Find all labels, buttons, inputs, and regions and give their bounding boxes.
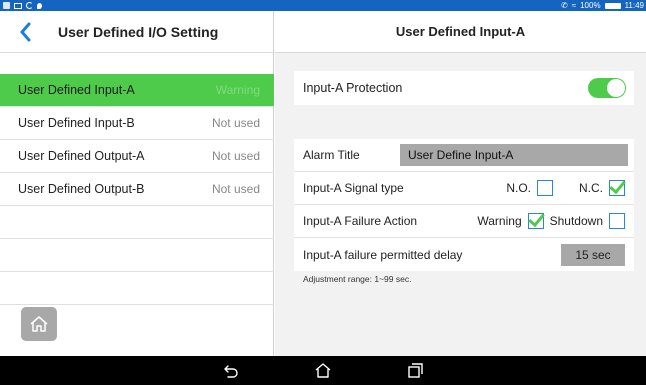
home-icon	[30, 316, 48, 332]
status-bar: ✆ ≈ 100% 11:49	[0, 0, 646, 11]
warning-label: Warning	[477, 214, 522, 228]
list-empty-row	[0, 206, 274, 239]
adjustment-note: Adjustment range: 1~99 sec.	[303, 274, 412, 284]
delay-field[interactable]: 15 sec	[561, 243, 625, 266]
no-label: N.O.	[506, 181, 531, 195]
delay-label: Input-A failure permitted delay	[303, 247, 463, 262]
list-item-input-a[interactable]: User Defined Input-A Warning	[0, 74, 274, 107]
list-item-output-a[interactable]: User Defined Output-A Not used	[0, 140, 274, 173]
nc-checkbox[interactable]	[609, 180, 625, 196]
nav-home-icon[interactable]	[315, 363, 331, 378]
list-item-label: User Defined Output-A	[18, 149, 145, 163]
nc-label: N.C.	[579, 181, 603, 195]
failure-action-row: Input-A Failure Action Warning Shutdown	[294, 205, 634, 238]
settings-card: Alarm Title User Define Input-A Input-A …	[294, 139, 634, 271]
detail-title: User Defined Input-A	[275, 11, 646, 53]
list-item-label: User Defined Input-B	[18, 116, 135, 130]
location-icon	[37, 2, 42, 9]
wifi-icon: ≈	[571, 1, 577, 10]
shutdown-label: Shutdown	[549, 214, 603, 228]
list-item-input-b[interactable]: User Defined Input-B Not used	[0, 107, 274, 140]
gallery-icon	[3, 2, 10, 9]
navigation-bar	[0, 356, 646, 385]
io-list-panel: User Defined I/O Setting User Defined In…	[0, 11, 274, 356]
alarm-title-field[interactable]: User Define Input-A	[400, 144, 628, 166]
alarm-title-row: Alarm Title User Define Input-A	[294, 139, 634, 172]
list-item-label: User Defined Output-B	[18, 182, 145, 196]
clock: 11:49	[624, 1, 644, 10]
battery-icon	[604, 2, 621, 9]
list-item-status: Not used	[211, 182, 260, 196]
protection-row: Input-A Protection	[294, 71, 634, 105]
phone-icon	[26, 2, 33, 9]
warning-checkbox[interactable]	[527, 213, 544, 229]
back-button[interactable]	[10, 17, 40, 47]
protection-label: Input-A Protection	[303, 81, 403, 95]
list-item-label: User Defined Input-A	[18, 83, 135, 97]
detail-panel: User Defined Input-A Input-A Protection …	[275, 11, 646, 356]
back-arrow-icon	[20, 22, 31, 41]
list-empty-row	[0, 272, 274, 305]
io-list: User Defined Input-A Warning User Define…	[0, 74, 274, 305]
signal-type-row: Input-A Signal type N.O. N.C.	[294, 172, 634, 205]
no-checkbox[interactable]	[537, 180, 553, 196]
alarm-title-label: Alarm Title	[303, 148, 360, 162]
list-item-status: Not used	[211, 149, 260, 163]
failure-action-label: Input-A Failure Action	[303, 214, 418, 228]
list-empty-row	[0, 239, 274, 272]
list-item-status: Warning	[215, 83, 260, 97]
signal-type-label: Input-A Signal type	[303, 181, 404, 195]
list-item-status: Not used	[211, 116, 260, 130]
left-header: User Defined I/O Setting	[0, 11, 273, 53]
toggle-knob	[607, 79, 625, 97]
call-icon: ✆	[561, 1, 568, 10]
delay-row: Input-A failure permitted delay 15 sec	[294, 238, 634, 271]
home-button[interactable]	[21, 307, 57, 341]
protection-toggle[interactable]	[588, 78, 626, 98]
message-icon	[14, 2, 22, 9]
shutdown-checkbox[interactable]	[609, 213, 625, 229]
nav-recents-icon[interactable]	[407, 363, 423, 378]
battery-percent: 100%	[580, 1, 601, 10]
page-title: User Defined I/O Setting	[58, 23, 219, 40]
list-item-output-b[interactable]: User Defined Output-B Not used	[0, 173, 274, 206]
nav-back-icon[interactable]	[223, 364, 239, 378]
